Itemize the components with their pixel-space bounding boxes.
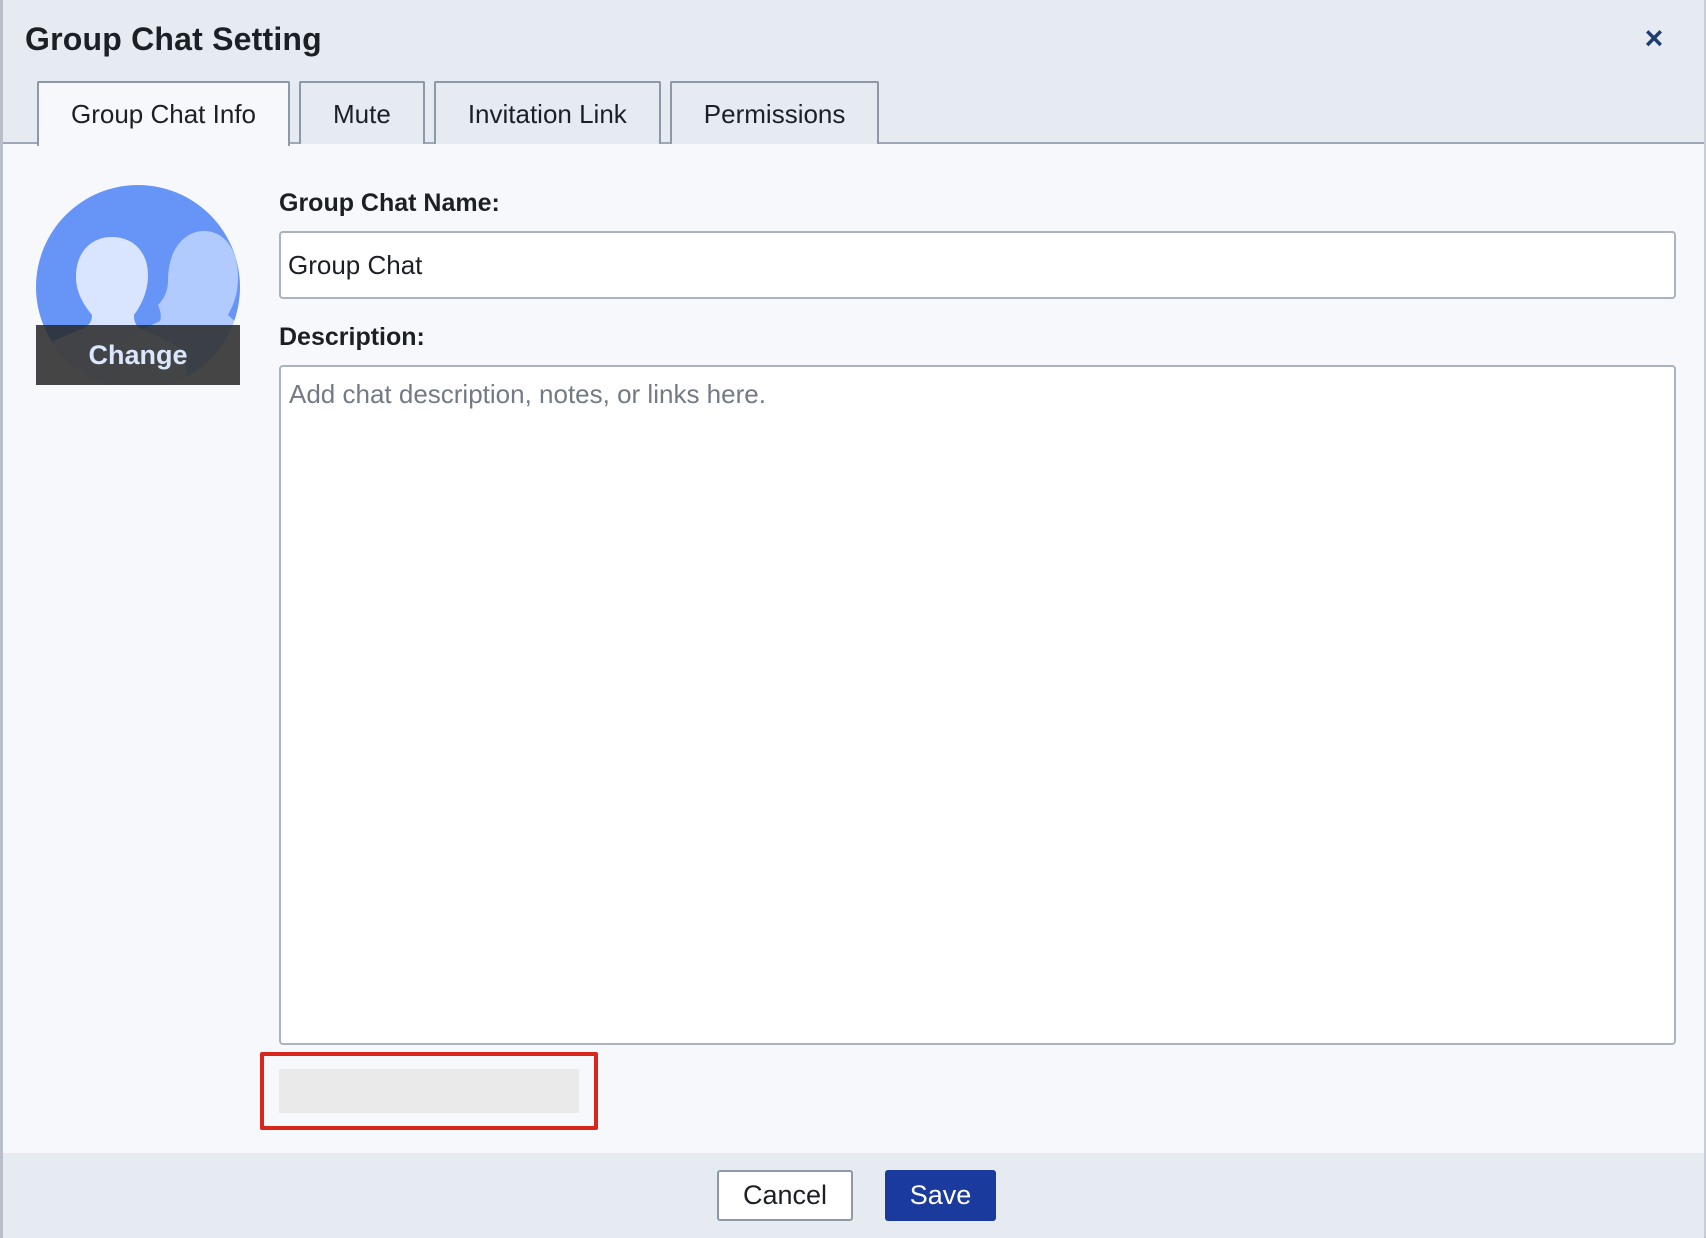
cancel-button[interactable]: Cancel <box>717 1170 853 1221</box>
description-textarea[interactable] <box>279 365 1676 1045</box>
group-chat-name-input[interactable] <box>279 231 1676 299</box>
description-label: Description: <box>279 323 425 351</box>
tab-permissions[interactable]: Permissions <box>669 81 880 144</box>
group-chat-setting-dialog: Group Chat Setting × Group Chat Info Mut… <box>0 0 1706 1238</box>
tab-invitation-link[interactable]: Invitation Link <box>433 81 661 144</box>
group-chat-name-label: Group Chat Name: <box>279 189 500 217</box>
change-avatar-button[interactable]: Change <box>36 325 240 385</box>
group-avatar[interactable]: Change <box>36 185 240 385</box>
dialog-footer <box>3 1153 1704 1238</box>
tab-group-chat-info[interactable]: Group Chat Info <box>37 81 290 146</box>
dialog-title: Group Chat Setting <box>25 21 322 57</box>
close-icon[interactable]: × <box>1634 18 1674 58</box>
tab-mute[interactable]: Mute <box>299 81 425 144</box>
save-button[interactable]: Save <box>885 1170 996 1221</box>
dialog-header: Group Chat Setting × Group Chat Info Mut… <box>3 0 1704 146</box>
tab-bar: Group Chat Info Mute Invitation Link Per… <box>37 81 880 146</box>
blank-placeholder-bar <box>279 1069 579 1113</box>
